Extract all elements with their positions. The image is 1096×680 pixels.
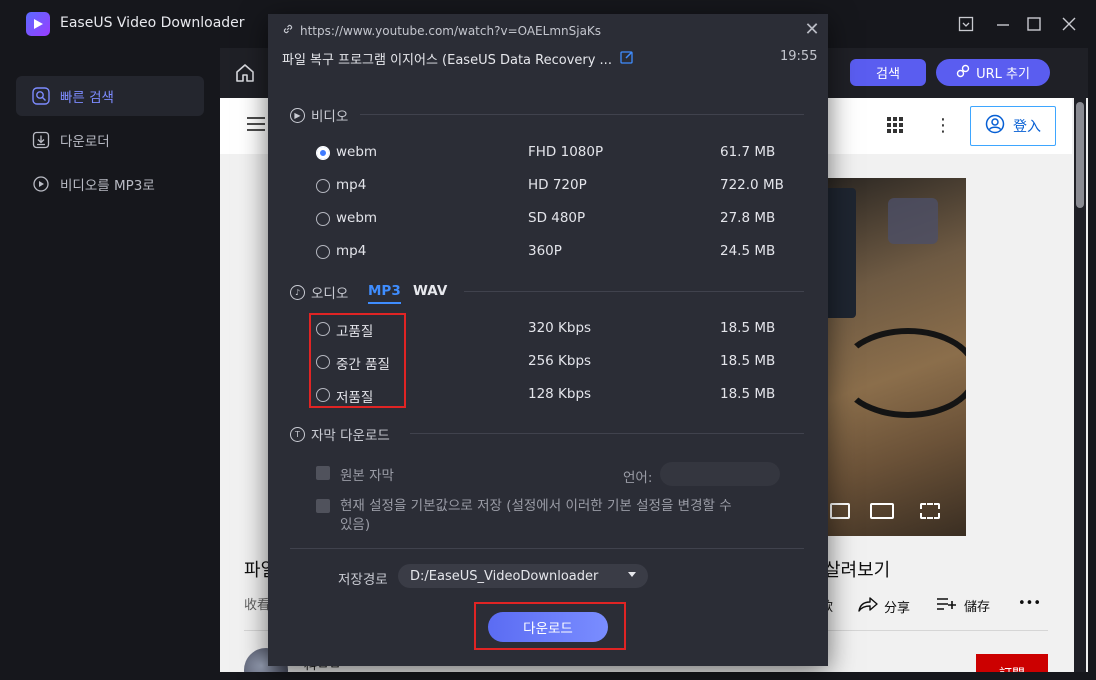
- language-select[interactable]: [660, 462, 780, 486]
- subtitle-section-heading: T 자막 다운로드: [290, 424, 390, 444]
- home-icon[interactable]: [232, 60, 258, 86]
- chevron-down-icon: [628, 572, 636, 577]
- share-icon: [858, 596, 878, 616]
- fullscreen-icon[interactable]: [920, 503, 940, 519]
- video-option-row[interactable]: webm SD 480P 27.8 MB: [314, 209, 794, 229]
- tab-wav[interactable]: WAV: [413, 283, 447, 299]
- edit-icon[interactable]: [620, 50, 634, 68]
- sidebar-item-video-to-mp3[interactable]: 비디오를 MP3로: [16, 164, 204, 204]
- sidebar-item-label: 다운로더: [60, 134, 110, 150]
- checkbox[interactable]: [316, 466, 330, 480]
- video-section-heading: ▶ 비디오: [290, 105, 348, 125]
- radio-button[interactable]: [316, 179, 330, 193]
- app-title: EaseUS Video Downloader: [60, 15, 245, 31]
- video-title-right: 살려보기: [824, 560, 891, 581]
- save-path-label: 저장경로: [338, 572, 388, 588]
- search-button[interactable]: 검색: [850, 59, 926, 86]
- dialog-url: https://www.youtube.com/watch?v=OAELmnSj…: [282, 23, 601, 38]
- miniplayer-icon[interactable]: [830, 503, 850, 519]
- video-option-row[interactable]: webm FHD 1080P 61.7 MB: [314, 143, 794, 163]
- video-duration: 19:55: [780, 49, 818, 64]
- more-vertical-icon[interactable]: ⋮: [934, 114, 952, 136]
- playlist-add-icon: [936, 597, 958, 615]
- link-icon: [956, 64, 970, 82]
- video-option-row[interactable]: mp4 HD 720P 722.0 MB: [314, 176, 794, 196]
- url-add-button[interactable]: URL 추기: [936, 59, 1050, 86]
- highlight-box-audio: [309, 313, 406, 408]
- music-note-icon: ♪: [290, 284, 305, 300]
- language-label: 언어:: [623, 470, 653, 486]
- url-add-label: URL 추기: [976, 67, 1030, 82]
- login-label: 登入: [1013, 119, 1041, 135]
- radio-button[interactable]: [316, 212, 330, 226]
- close-icon[interactable]: [1059, 14, 1079, 34]
- dialog-close-icon[interactable]: ✕: [804, 21, 820, 39]
- save-path-select[interactable]: D:/EaseUS_VideoDownloader: [398, 564, 648, 588]
- minimize-to-tray-icon[interactable]: [956, 14, 976, 34]
- app-window: EaseUS Video Downloader 빠른 검색 다운로더 비디오를 …: [0, 0, 1096, 680]
- sidebar: 빠른 검색 다운로더 비디오를 MP3로: [0, 48, 220, 680]
- sidebar-item-downloader[interactable]: 다운로더: [16, 120, 204, 160]
- video-meta: 收看: [244, 598, 271, 613]
- checkbox[interactable]: [316, 499, 330, 513]
- divider: [290, 548, 804, 549]
- subtitle-icon: T: [290, 426, 305, 442]
- sidebar-item-label: 비디오를 MP3로: [60, 178, 155, 194]
- highlight-box-download: [474, 602, 626, 650]
- sidebar-item-label: 빠른 검색: [60, 90, 114, 106]
- search-icon: [32, 87, 50, 105]
- save-to-playlist-button[interactable]: 儲存: [936, 596, 990, 615]
- radio-button[interactable]: [316, 146, 330, 160]
- save-default-checkbox[interactable]: 현재 설정을 기본값으로 저장 (설정에서 이러한 기본 설정을 변경할 수 있…: [316, 497, 786, 535]
- share-button[interactable]: 分享: [858, 596, 910, 616]
- play-circle-icon: ▶: [290, 107, 305, 123]
- dialog-title: 파일 복구 프로그램 이지어스 (EaseUS Data Recovery ..…: [282, 49, 634, 68]
- convert-icon: [32, 175, 50, 193]
- video-option-row[interactable]: mp4 360P 24.5 MB: [314, 242, 794, 262]
- account-icon: [985, 114, 1005, 138]
- link-icon: [282, 23, 294, 38]
- maximize-icon[interactable]: [1024, 14, 1044, 34]
- app-scrollbar[interactable]: [1074, 96, 1086, 672]
- more-actions-icon[interactable]: •••: [1018, 596, 1041, 611]
- audio-section-heading: ♪ 오디오: [290, 282, 348, 302]
- tab-mp3[interactable]: MP3: [368, 283, 401, 304]
- sidebar-item-quick-search[interactable]: 빠른 검색: [16, 76, 204, 116]
- minimize-icon[interactable]: [993, 14, 1013, 34]
- login-button[interactable]: 登入: [970, 106, 1056, 146]
- apps-grid-icon[interactable]: [886, 116, 904, 134]
- download-dialog: https://www.youtube.com/watch?v=OAELmnSj…: [268, 14, 828, 666]
- video-player[interactable]: [818, 178, 966, 536]
- download-icon: [32, 131, 50, 149]
- theater-mode-icon[interactable]: [870, 503, 894, 519]
- app-logo-icon: [26, 12, 50, 36]
- hamburger-menu-icon[interactable]: [246, 116, 266, 132]
- original-subtitle-checkbox[interactable]: 원본 자막: [316, 464, 394, 484]
- subscribe-button[interactable]: 訂閱: [976, 654, 1048, 672]
- radio-button[interactable]: [316, 245, 330, 259]
